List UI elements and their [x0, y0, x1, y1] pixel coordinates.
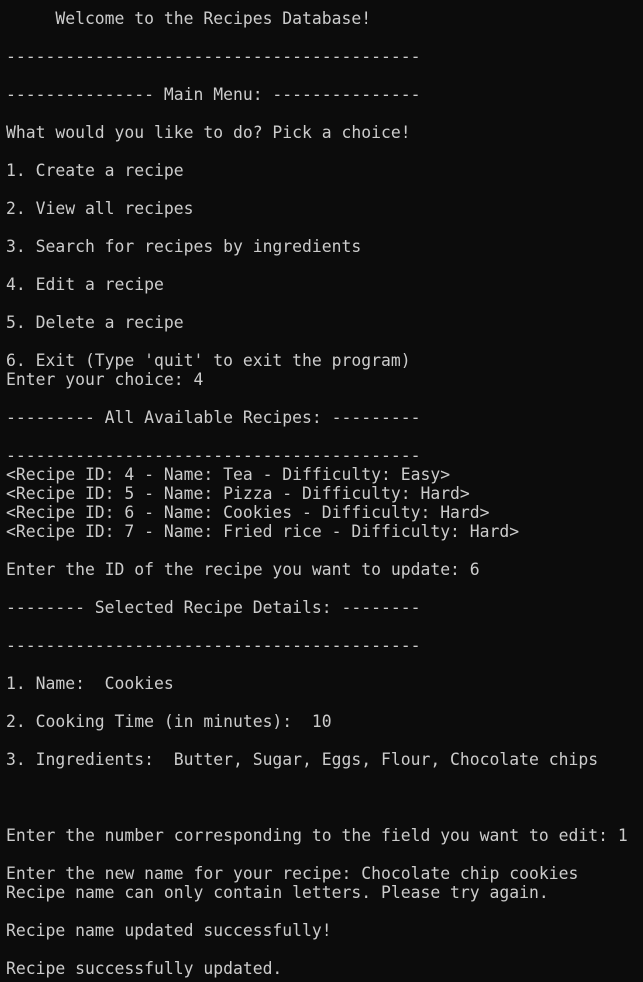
detail-field-ingredients: 3. Ingredients: Butter, Sugar, Eggs, Flo…	[6, 750, 599, 769]
recipe-entry: <Recipe ID: 7 - Name: Fried rice - Diffi…	[6, 522, 520, 541]
menu-option-edit: 4. Edit a recipe	[6, 275, 164, 294]
choice-input-line: Enter your choice: 4	[6, 370, 204, 389]
menu-option-delete: 5. Delete a recipe	[6, 313, 184, 332]
separator-line: ----------------------------------------…	[6, 446, 421, 465]
menu-option-exit: 6. Exit (Type 'quit' to exit the program…	[6, 351, 411, 370]
welcome-banner: Welcome to the Recipes Database!	[6, 9, 372, 28]
recipe-updated-message: Recipe successfully updated.	[6, 959, 283, 978]
recipe-entry: <Recipe ID: 4 - Name: Tea - Difficulty: …	[6, 465, 451, 484]
separator-line: ----------------------------------------…	[6, 636, 421, 655]
name-updated-message: Recipe name updated successfully!	[6, 921, 332, 940]
separator-line: ----------------------------------------…	[6, 47, 421, 66]
recipe-entry: <Recipe ID: 5 - Name: Pizza - Difficulty…	[6, 484, 470, 503]
validation-error-message: Recipe name can only contain letters. Pl…	[6, 883, 549, 902]
menu-option-view: 2. View all recipes	[6, 199, 194, 218]
recipe-entry: <Recipe ID: 6 - Name: Cookies - Difficul…	[6, 503, 490, 522]
field-number-input-line: Enter the number corresponding to the fi…	[6, 826, 628, 845]
detail-field-cooking-time: 2. Cooking Time (in minutes): 10	[6, 712, 332, 731]
menu-prompt: What would you like to do? Pick a choice…	[6, 123, 411, 142]
menu-option-search: 3. Search for recipes by ingredients	[6, 237, 362, 256]
recipe-id-input-line: Enter the ID of the recipe you want to u…	[6, 560, 480, 579]
recipe-details-heading: -------- Selected Recipe Details: ------…	[6, 598, 421, 617]
recipes-list-heading: --------- All Available Recipes: -------…	[6, 408, 421, 427]
new-name-input-line: Enter the new name for your recipe: Choc…	[6, 864, 579, 883]
detail-field-name: 1. Name: Cookies	[6, 674, 174, 693]
main-menu-heading: --------------- Main Menu: -------------…	[6, 85, 421, 104]
menu-option-create: 1. Create a recipe	[6, 161, 184, 180]
terminal-window[interactable]: Welcome to the Recipes Database! -------…	[0, 0, 643, 982]
